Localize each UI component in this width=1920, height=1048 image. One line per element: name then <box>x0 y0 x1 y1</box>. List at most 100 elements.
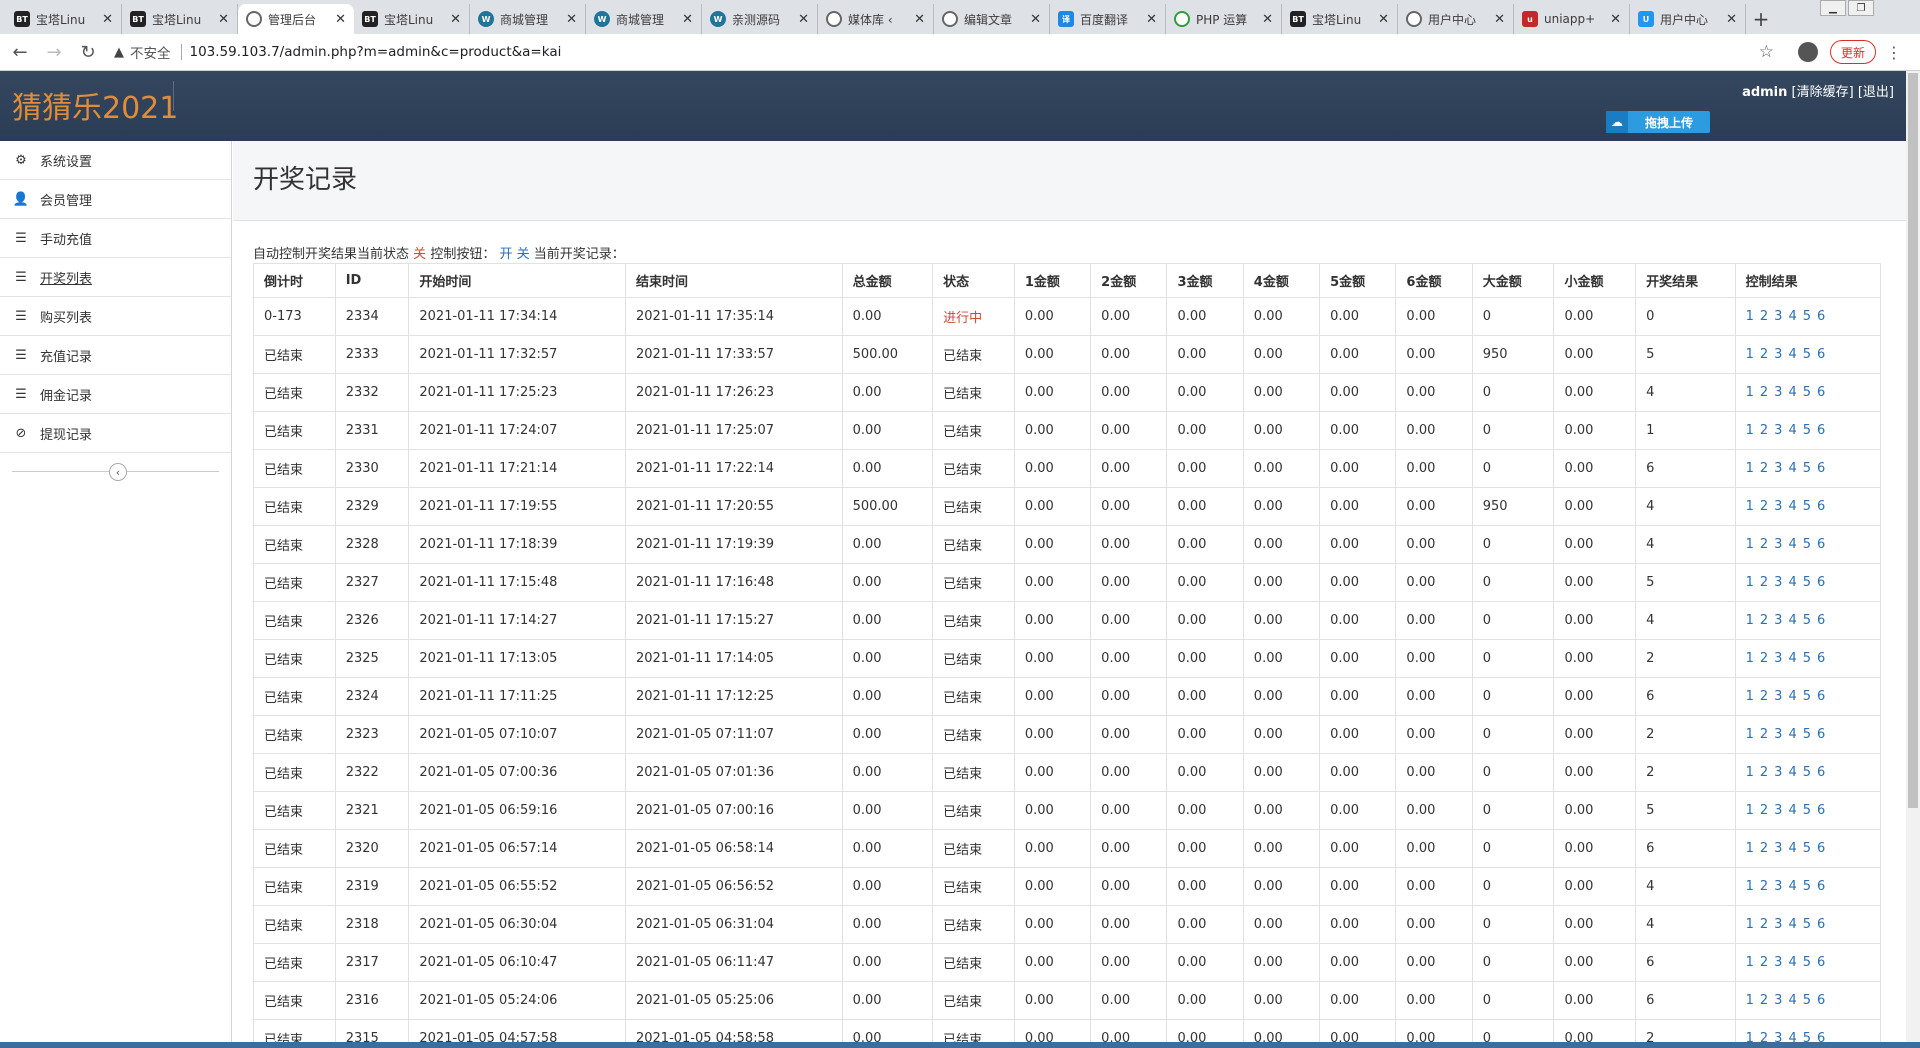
drag-upload-button[interactable]: ☁ 拖拽上传 <box>1606 111 1710 133</box>
new-tab-icon[interactable]: + <box>1746 4 1776 34</box>
control-result-link[interactable]: 5 <box>1803 423 1811 438</box>
browser-tab[interactable]: BT 宝塔Linu ✕ <box>1282 4 1398 34</box>
control-result-link[interactable]: 1 <box>1746 499 1754 514</box>
control-result-link[interactable]: 1 <box>1746 613 1754 628</box>
sidebar-item[interactable]: ☰ 佣金记录 <box>0 375 231 414</box>
control-result-link[interactable]: 6 <box>1817 309 1825 324</box>
control-result-link[interactable]: 3 <box>1774 423 1782 438</box>
control-result-link[interactable]: 2 <box>1760 347 1768 362</box>
control-result-link[interactable]: 4 <box>1788 309 1796 324</box>
control-result-link[interactable]: 1 <box>1746 347 1754 362</box>
control-result-link[interactable]: 6 <box>1817 575 1825 590</box>
sidebar-item[interactable]: ☰ 充值记录 <box>0 336 231 375</box>
control-result-link[interactable]: 4 <box>1788 803 1796 818</box>
control-result-link[interactable]: 2 <box>1760 575 1768 590</box>
control-result-link[interactable]: 3 <box>1774 309 1782 324</box>
control-result-link[interactable]: 6 <box>1817 955 1825 970</box>
control-result-link[interactable]: 4 <box>1788 537 1796 552</box>
control-result-link[interactable]: 2 <box>1760 423 1768 438</box>
control-result-link[interactable]: 4 <box>1788 955 1796 970</box>
browser-tab[interactable]: U 用户中心 ✕ <box>1630 4 1746 34</box>
control-result-link[interactable]: 3 <box>1774 955 1782 970</box>
control-result-link[interactable]: 3 <box>1774 385 1782 400</box>
url-text[interactable]: 103.59.103.7/admin.php?m=admin&c=product… <box>190 44 562 60</box>
turn-on-link[interactable]: 开 <box>499 247 512 262</box>
control-result-link[interactable]: 3 <box>1774 461 1782 476</box>
forward-icon[interactable]: → <box>40 38 68 66</box>
control-result-link[interactable]: 2 <box>1760 841 1768 856</box>
scrollbar-thumb[interactable] <box>1908 73 1918 808</box>
control-result-link[interactable]: 4 <box>1788 499 1796 514</box>
control-result-link[interactable]: 1 <box>1746 309 1754 324</box>
control-result-link[interactable]: 6 <box>1817 689 1825 704</box>
control-result-link[interactable]: 6 <box>1817 613 1825 628</box>
control-result-link[interactable]: 2 <box>1760 385 1768 400</box>
control-result-link[interactable]: 3 <box>1774 993 1782 1008</box>
back-icon[interactable]: ← <box>6 38 34 66</box>
site-logo[interactable]: 猜猜乐2021 <box>12 83 178 127</box>
control-result-link[interactable]: 2 <box>1760 955 1768 970</box>
control-result-link[interactable]: 4 <box>1788 689 1796 704</box>
url-field[interactable]: ▲ 不安全 103.59.103.7/admin.php?m=admin&c=p… <box>114 38 1794 66</box>
control-result-link[interactable]: 1 <box>1746 385 1754 400</box>
close-icon[interactable]: ✕ <box>335 12 346 27</box>
control-result-link[interactable]: 6 <box>1817 651 1825 666</box>
browser-tab[interactable]: 用户中心 ✕ <box>1398 4 1514 34</box>
control-result-link[interactable]: 3 <box>1774 803 1782 818</box>
control-result-link[interactable]: 6 <box>1817 423 1825 438</box>
browser-tab[interactable]: W 商城管理 ✕ <box>470 4 586 34</box>
close-icon[interactable]: ✕ <box>450 12 461 27</box>
browser-tab[interactable]: W 亲测源码 ✕ <box>702 4 818 34</box>
control-result-link[interactable]: 3 <box>1774 689 1782 704</box>
close-icon[interactable]: ✕ <box>102 12 113 27</box>
browser-tab[interactable]: 管理后台 ✕ <box>238 4 354 34</box>
control-result-link[interactable]: 5 <box>1803 917 1811 932</box>
browser-tab[interactable]: BT 宝塔Linu ✕ <box>6 4 122 34</box>
control-result-link[interactable]: 4 <box>1788 385 1796 400</box>
control-result-link[interactable]: 4 <box>1788 613 1796 628</box>
control-result-link[interactable]: 6 <box>1817 499 1825 514</box>
control-result-link[interactable]: 4 <box>1788 879 1796 894</box>
browser-tab[interactable]: u uniapp+ ✕ <box>1514 4 1630 34</box>
control-result-link[interactable]: 5 <box>1803 803 1811 818</box>
sidebar-item[interactable]: ☰ 手动充值 <box>0 219 231 258</box>
control-result-link[interactable]: 1 <box>1746 423 1754 438</box>
menu-kebab-icon[interactable]: ⋮ <box>1886 43 1902 62</box>
control-result-link[interactable]: 1 <box>1746 841 1754 856</box>
control-result-link[interactable]: 4 <box>1788 917 1796 932</box>
control-result-link[interactable]: 3 <box>1774 841 1782 856</box>
control-result-link[interactable]: 6 <box>1817 727 1825 742</box>
sidebar-item[interactable]: 👤 会员管理 <box>0 180 231 219</box>
control-result-link[interactable]: 3 <box>1774 765 1782 780</box>
bookmark-star-icon[interactable]: ☆ <box>1759 42 1774 62</box>
control-result-link[interactable]: 2 <box>1760 765 1768 780</box>
control-result-link[interactable]: 6 <box>1817 879 1825 894</box>
update-button[interactable]: 更新 <box>1830 40 1877 64</box>
control-result-link[interactable]: 6 <box>1817 917 1825 932</box>
close-icon[interactable]: ✕ <box>1726 12 1737 27</box>
browser-tab[interactable]: 媒体库 ‹ ✕ <box>818 4 934 34</box>
close-icon[interactable]: ✕ <box>1610 12 1621 27</box>
sidebar-item[interactable]: ☰ 开奖列表 <box>0 258 231 297</box>
control-result-link[interactable]: 3 <box>1774 727 1782 742</box>
close-icon[interactable]: ✕ <box>1494 12 1505 27</box>
control-result-link[interactable]: 1 <box>1746 727 1754 742</box>
logout-link[interactable]: [退出] <box>1858 85 1894 100</box>
control-result-link[interactable]: 5 <box>1803 841 1811 856</box>
control-result-link[interactable]: 1 <box>1746 879 1754 894</box>
browser-tab[interactable]: W 商城管理 ✕ <box>586 4 702 34</box>
control-result-link[interactable]: 1 <box>1746 917 1754 932</box>
control-result-link[interactable]: 5 <box>1803 461 1811 476</box>
control-result-link[interactable]: 6 <box>1817 993 1825 1008</box>
control-result-link[interactable]: 2 <box>1760 993 1768 1008</box>
control-result-link[interactable]: 3 <box>1774 651 1782 666</box>
control-result-link[interactable]: 3 <box>1774 575 1782 590</box>
control-result-link[interactable]: 5 <box>1803 955 1811 970</box>
control-result-link[interactable]: 5 <box>1803 385 1811 400</box>
warning-icon[interactable]: ▲ <box>114 45 124 60</box>
page-scrollbar[interactable] <box>1906 71 1920 1048</box>
control-result-link[interactable]: 6 <box>1817 841 1825 856</box>
control-result-link[interactable]: 6 <box>1817 765 1825 780</box>
control-result-link[interactable]: 1 <box>1746 765 1754 780</box>
control-result-link[interactable]: 5 <box>1803 537 1811 552</box>
